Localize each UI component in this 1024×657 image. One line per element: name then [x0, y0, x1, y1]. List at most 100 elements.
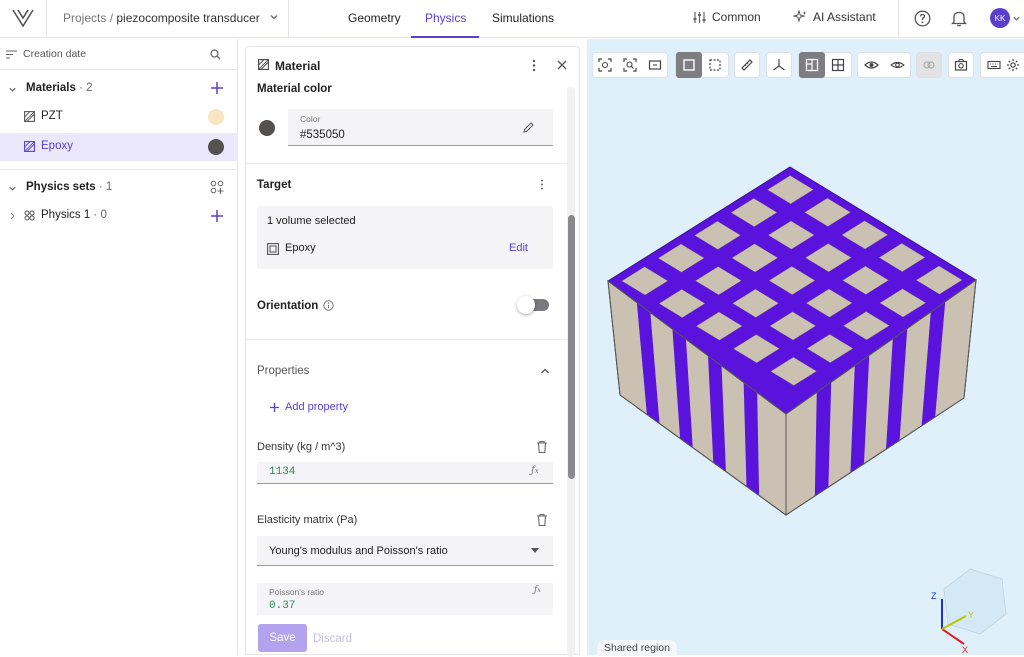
sort-label[interactable]: Creation date: [23, 48, 86, 60]
material-panel: Material Material color Color #535050 Ta…: [245, 46, 580, 657]
sort-row[interactable]: Creation date: [0, 39, 238, 70]
physics-sets-header[interactable]: Physics sets · 1: [0, 175, 238, 201]
tab-simulations[interactable]: Simulations: [492, 11, 554, 25]
orientation-gizmo[interactable]: Z Y X: [922, 564, 1022, 654]
color-field[interactable]: Color #535050: [288, 109, 553, 146]
physics-item-count: · 0: [93, 209, 107, 221]
x-axis: [941, 628, 965, 645]
material-item-pzt[interactable]: PZT: [0, 103, 238, 131]
sort-icon[interactable]: [6, 50, 17, 59]
sidebar: Creation date Materials · 2 PZT Epoxy Ph…: [0, 39, 238, 655]
poisson-value[interactable]: 0.37: [269, 600, 295, 612]
ai-assistant-label: AI Assistant: [813, 10, 876, 24]
add-physics-icon[interactable]: [211, 210, 223, 222]
target-selection-box: 1 volume selected Epoxy Edit: [257, 206, 553, 269]
chevron-right-icon[interactable]: [9, 212, 16, 220]
breadcrumb-root[interactable]: Projects: [63, 11, 106, 25]
materials-header[interactable]: Materials · 2: [0, 76, 238, 102]
selection-count-text: 1 volume selected: [267, 215, 356, 227]
panel-scrollbar-thumb[interactable]: [568, 215, 575, 479]
common-button[interactable]: Common: [693, 10, 761, 24]
z-axis-label: Z: [931, 591, 937, 601]
close-icon[interactable]: [557, 60, 567, 70]
trash-icon[interactable]: [536, 513, 548, 527]
app-logo-icon[interactable]: [12, 8, 34, 28]
physics-item-label: Physics 1 · 0: [41, 209, 107, 221]
material-icon: [258, 59, 269, 70]
chevron-up-icon[interactable]: [540, 367, 550, 375]
orientation-toggle-knob[interactable]: [517, 296, 535, 314]
active-tab-indicator: [411, 36, 479, 38]
help-button[interactable]: [913, 9, 931, 27]
physics-sets-title: Physics sets · 1: [26, 181, 112, 193]
bell-icon: [951, 11, 967, 26]
shared-region-label: Shared region: [597, 640, 677, 656]
dropdown-caret-icon[interactable]: [531, 548, 539, 553]
ai-assistant-button[interactable]: AI Assistant: [793, 10, 876, 24]
poisson-label: Poisson's ratio: [269, 587, 325, 597]
material-color-heading: Material color: [257, 83, 332, 95]
physics-sets-title-text: Physics sets: [26, 181, 96, 193]
color-field-label: Color: [300, 114, 321, 124]
add-material-icon[interactable]: [211, 82, 223, 94]
volume-icon: [267, 243, 279, 255]
notifications-button[interactable]: [950, 9, 968, 27]
divider: [288, 0, 289, 38]
add-property-button[interactable]: Add property: [270, 401, 348, 413]
density-field[interactable]: 1134 ƒx: [257, 462, 553, 484]
panel-title: Material: [275, 59, 321, 73]
discard-button[interactable]: Discard: [313, 633, 352, 645]
tab-geometry[interactable]: Geometry: [348, 11, 401, 25]
elasticity-model-select[interactable]: Young's modulus and Poisson's ratio: [257, 536, 553, 566]
search-icon[interactable]: [210, 49, 221, 60]
save-button[interactable]: Save: [258, 624, 307, 652]
add-physics-set-icon[interactable]: [210, 180, 225, 195]
elasticity-label: Elasticity matrix (Pa): [257, 514, 358, 526]
model-render[interactable]: [587, 39, 1024, 655]
materials-title-text: Materials: [26, 82, 76, 94]
breadcrumb[interactable]: Projects / piezocomposite transducer: [63, 11, 260, 25]
density-label: Density (kg / m^3): [257, 441, 346, 453]
material-item-label: Epoxy: [41, 140, 73, 152]
material-icon: [24, 111, 35, 122]
color-swatch[interactable]: [259, 120, 275, 136]
color-field-value[interactable]: #535050: [300, 129, 345, 141]
sliders-icon: [693, 11, 706, 23]
material-color-swatch: [208, 139, 224, 155]
physics-item-name: Physics 1: [41, 209, 91, 221]
materials-count: · 2: [79, 82, 93, 94]
chevron-down-icon[interactable]: [8, 85, 17, 94]
volume-name: Epoxy: [285, 242, 316, 254]
tab-physics[interactable]: Physics: [425, 11, 466, 25]
material-color-swatch: [208, 109, 224, 125]
edit-target-link[interactable]: Edit: [509, 242, 528, 254]
add-property-label: Add property: [285, 401, 348, 413]
project-name[interactable]: piezocomposite transducer: [116, 11, 259, 25]
top-bar: Projects / piezocomposite transducer Geo…: [0, 0, 1024, 38]
density-value[interactable]: 1134: [269, 466, 295, 478]
chevron-down-icon[interactable]: [8, 184, 17, 193]
material-item-epoxy[interactable]: Epoxy: [0, 133, 238, 161]
properties-heading: Properties: [257, 365, 310, 377]
y-axis-label: Y: [968, 610, 974, 620]
breadcrumb-separator: /: [106, 11, 117, 25]
function-icon[interactable]: ƒx: [534, 585, 541, 595]
avatar[interactable]: KK: [990, 8, 1010, 28]
help-icon: [914, 10, 930, 26]
material-item-label: PZT: [41, 110, 63, 122]
orientation-label: Orientation: [257, 300, 319, 312]
poisson-field[interactable]: Poisson's ratio 0.37 ƒx: [257, 583, 553, 615]
3d-viewport[interactable]: Z Y X: [587, 39, 1024, 655]
pencil-icon[interactable]: [523, 122, 534, 133]
more-vertical-icon[interactable]: [532, 59, 536, 72]
chevron-down-icon[interactable]: [269, 12, 279, 22]
more-vertical-icon[interactable]: [540, 179, 544, 190]
elasticity-model-value: Young's modulus and Poisson's ratio: [269, 545, 448, 557]
divider: [46, 0, 47, 38]
chevron-down-icon[interactable]: [1012, 14, 1021, 23]
physics-sets-count: · 1: [98, 181, 113, 193]
info-icon[interactable]: [323, 300, 334, 311]
function-icon[interactable]: ƒx: [531, 465, 539, 476]
trash-icon[interactable]: [536, 440, 548, 454]
physics-item-physics-1[interactable]: Physics 1 · 0: [0, 202, 238, 230]
